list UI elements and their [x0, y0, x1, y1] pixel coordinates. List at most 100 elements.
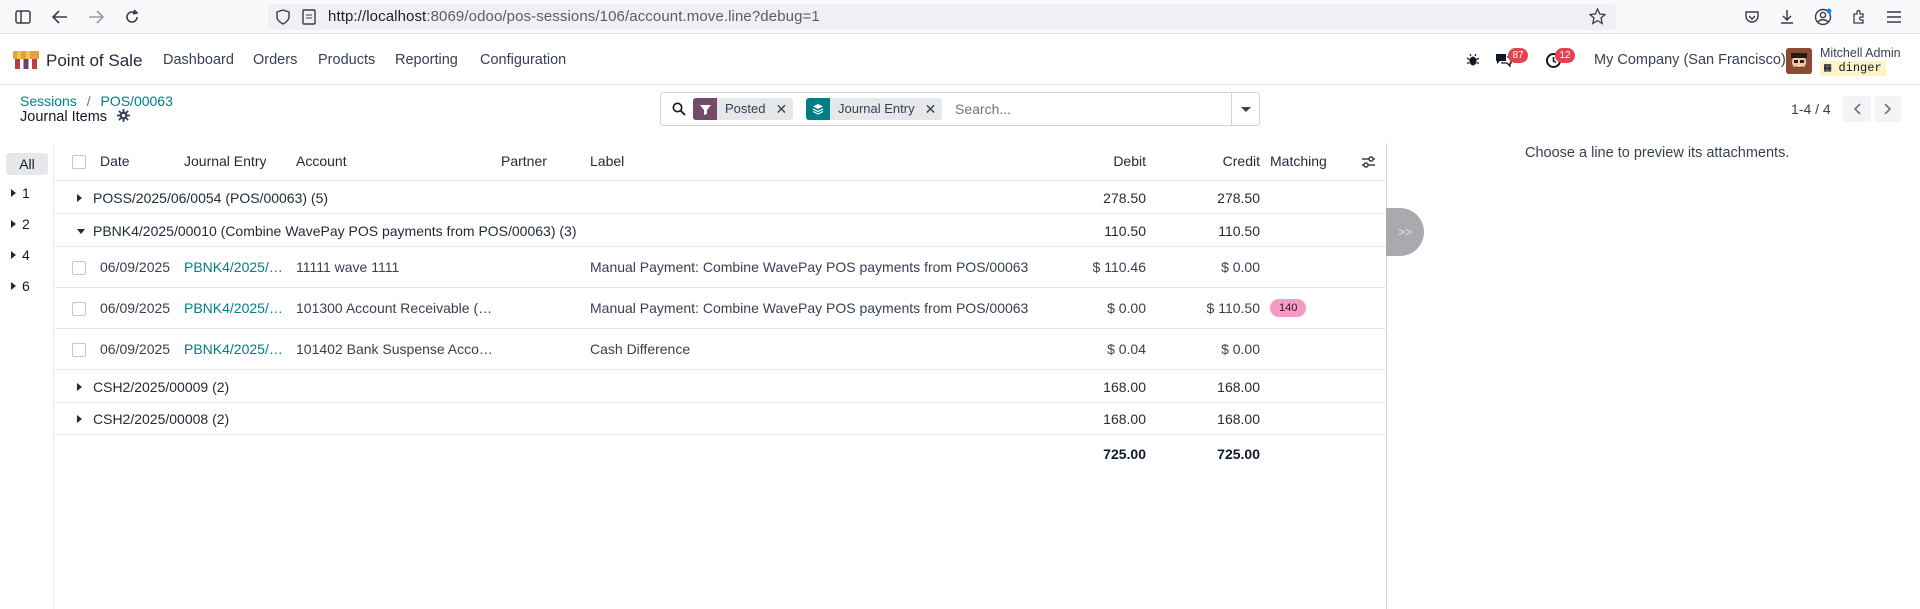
- side-panel: All 1 2 4 6: [0, 143, 54, 609]
- journal-items-table: Date Journal Entry Account Partner Label…: [55, 143, 1387, 609]
- group-row[interactable]: CSH2/2025/00008 (2) 168.00 168.00: [55, 403, 1387, 435]
- search-input[interactable]: Search...: [955, 101, 1011, 117]
- debug-bug-icon[interactable]: [1466, 53, 1480, 70]
- cell-date: 06/09/2025: [100, 259, 171, 275]
- facet-journal-entry-label: Journal Entry: [838, 101, 915, 116]
- database-icon: ▦: [1824, 61, 1832, 75]
- back-icon[interactable]: [50, 7, 70, 27]
- user-name[interactable]: Mitchell Admin: [1820, 46, 1901, 60]
- user-avatar[interactable]: [1786, 48, 1812, 74]
- header-partner[interactable]: Partner: [501, 153, 547, 169]
- cell-date: 06/09/2025: [100, 300, 171, 316]
- group-credit: 168.00: [1217, 379, 1260, 395]
- matching-badge[interactable]: 140: [1270, 299, 1307, 317]
- address-bar[interactable]: http://localhost:8069/odoo/pos-sessions/…: [268, 4, 1616, 30]
- menu-dashboard[interactable]: Dashboard: [163, 52, 234, 68]
- facet-posted[interactable]: Posted ✕: [693, 98, 794, 120]
- menu-configuration[interactable]: Configuration: [480, 52, 566, 68]
- search-bar[interactable]: Posted ✕ Journal Entry ✕ Search...: [660, 92, 1260, 126]
- header-account[interactable]: Account: [296, 153, 347, 169]
- cell-label: Cash Difference: [590, 341, 691, 357]
- side-item-all[interactable]: All: [6, 153, 48, 175]
- table-row[interactable]: 06/09/2025 PBNK4/2025/… 11111 wave 1111 …: [55, 248, 1387, 288]
- menu-orders[interactable]: Orders: [253, 52, 297, 68]
- pager-previous-button[interactable]: [1843, 96, 1871, 122]
- cell-account: 11111 wave 1111: [296, 259, 400, 275]
- reload-icon[interactable]: [122, 7, 142, 27]
- menu-reporting[interactable]: Reporting: [395, 52, 458, 68]
- pos-app-icon[interactable]: [13, 51, 39, 69]
- database-name: dinger: [1838, 61, 1882, 75]
- company-switcher[interactable]: My Company (San Francisco): [1594, 52, 1786, 68]
- gear-icon[interactable]: [117, 109, 131, 126]
- facet-journal-entry-remove-icon[interactable]: ✕: [923, 98, 943, 120]
- cell-label: Manual Payment: Combine WavePay POS paym…: [590, 300, 1029, 316]
- page-info-icon[interactable]: [302, 9, 316, 28]
- breadcrumb-session[interactable]: POS/00063: [100, 93, 172, 109]
- cell-journal-entry[interactable]: PBNK4/2025/…: [184, 341, 290, 357]
- downloads-icon[interactable]: [1777, 7, 1797, 27]
- cell-journal-entry[interactable]: PBNK4/2025/…: [184, 300, 290, 316]
- side-item-label: 2: [22, 216, 30, 232]
- url-text[interactable]: http://localhost:8069/odoo/pos-sessions/…: [328, 8, 820, 25]
- expand-preview-button[interactable]: >>: [1386, 208, 1424, 256]
- header-debit[interactable]: Debit: [1055, 153, 1146, 169]
- table-row[interactable]: 06/09/2025 PBNK4/2025/… 101402 Bank Susp…: [55, 330, 1387, 370]
- menu-products[interactable]: Products: [318, 52, 375, 68]
- facet-journal-entry[interactable]: Journal Entry ✕: [806, 98, 943, 120]
- breadcrumb-sessions[interactable]: Sessions: [20, 93, 77, 109]
- search-options-toggle[interactable]: [1231, 93, 1260, 125]
- group-row[interactable]: PBNK4/2025/00010 (Combine WavePay POS pa…: [55, 215, 1387, 247]
- cell-credit: $ 0.00: [1221, 259, 1260, 275]
- row-checkbox[interactable]: [72, 302, 86, 316]
- row-checkbox[interactable]: [72, 261, 86, 275]
- caret-right-icon: [77, 194, 82, 202]
- group-debit: 168.00: [1103, 379, 1146, 395]
- cell-account: 101402 Bank Suspense Acco…: [296, 341, 493, 357]
- main-navbar: Point of Sale Dashboard Orders Products …: [0, 37, 1920, 85]
- optional-columns-icon[interactable]: [1361, 155, 1376, 172]
- header-credit[interactable]: Credit: [1175, 153, 1260, 169]
- side-item-1[interactable]: 1: [0, 185, 54, 207]
- cell-account: 101300 Account Receivable (…: [296, 300, 493, 316]
- side-item-6[interactable]: 6: [0, 278, 54, 300]
- row-checkbox[interactable]: [72, 343, 86, 357]
- table-row[interactable]: 06/09/2025 PBNK4/2025/… 101300 Account R…: [55, 289, 1387, 329]
- group-row[interactable]: POSS/2025/06/0054 (POS/00063) (5) 278.50…: [55, 182, 1387, 214]
- group-name: CSH2/2025/00009 (2): [93, 379, 230, 395]
- pager-value[interactable]: 1-4 / 4: [1791, 101, 1831, 117]
- header-date[interactable]: Date: [100, 153, 130, 169]
- page-title: Journal Items: [20, 109, 131, 126]
- side-item-4[interactable]: 4: [0, 247, 54, 269]
- side-item-label: 6: [22, 278, 30, 294]
- header-matching[interactable]: Matching: [1270, 153, 1327, 169]
- caret-down-icon: [77, 229, 85, 234]
- group-name: PBNK4/2025/00010 (Combine WavePay POS pa…: [93, 223, 577, 239]
- group-credit: 278.50: [1217, 190, 1260, 206]
- bookmark-star-icon[interactable]: [1588, 7, 1607, 28]
- group-credit: 168.00: [1217, 411, 1260, 427]
- select-all-checkbox[interactable]: [72, 155, 86, 169]
- caret-right-icon: [11, 251, 16, 259]
- group-row[interactable]: CSH2/2025/00009 (2) 168.00 168.00: [55, 371, 1387, 403]
- menu-icon[interactable]: [1884, 7, 1904, 27]
- header-journal-entry[interactable]: Journal Entry: [184, 153, 266, 169]
- group-layers-icon: [806, 98, 830, 120]
- side-item-2[interactable]: 2: [0, 216, 54, 238]
- forward-icon[interactable]: [86, 7, 106, 27]
- sidebar-toggle-icon[interactable]: [13, 7, 33, 27]
- account-icon[interactable]: [1813, 7, 1833, 27]
- database-badge: ▦ dinger: [1820, 61, 1886, 76]
- pager-next-button[interactable]: [1874, 96, 1902, 122]
- pocket-icon[interactable]: [1742, 7, 1762, 27]
- app-name[interactable]: Point of Sale: [46, 51, 142, 71]
- cell-journal-entry[interactable]: PBNK4/2025/…: [184, 259, 290, 275]
- activities-count-badge: 12: [1555, 48, 1575, 63]
- facet-posted-remove-icon[interactable]: ✕: [773, 98, 793, 120]
- shield-icon[interactable]: [276, 9, 290, 28]
- extensions-icon[interactable]: [1849, 7, 1869, 27]
- group-name: CSH2/2025/00008 (2): [93, 411, 230, 427]
- header-label[interactable]: Label: [590, 153, 624, 169]
- cell-credit: $ 0.00: [1221, 341, 1260, 357]
- search-icon[interactable]: [672, 102, 686, 119]
